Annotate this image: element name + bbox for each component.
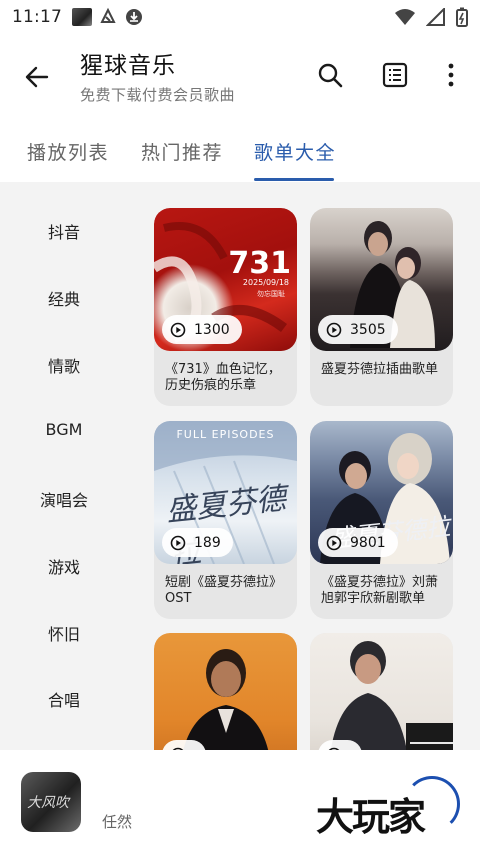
now-playing-album-art[interactable]: 大风吹 bbox=[21, 772, 81, 832]
play-circle-icon bbox=[170, 322, 186, 337]
download-icon bbox=[126, 9, 142, 25]
playlist-cover: 3505 bbox=[310, 208, 453, 351]
back-arrow-icon bbox=[25, 66, 49, 88]
playlist-cover bbox=[154, 633, 297, 750]
play-count-badge: 3505 bbox=[318, 315, 398, 344]
play-count: 9801 bbox=[350, 534, 386, 551]
cover-art-portrait bbox=[330, 641, 453, 750]
sidebar-item-bgm[interactable]: BGM bbox=[0, 420, 128, 439]
app-header: 猩球音乐 免费下载付费会员歌曲 bbox=[0, 34, 480, 118]
play-circle-icon bbox=[326, 535, 342, 550]
list-icon bbox=[382, 62, 408, 88]
playlist-title: 《盛夏芬德拉》刘萧旭郭宇欣新剧歌单 bbox=[321, 575, 439, 606]
play-count-badge: 9801 bbox=[318, 528, 398, 557]
battery-icon bbox=[456, 7, 468, 27]
cover-note: 勿忘国耻 bbox=[257, 290, 285, 298]
playlist-cover: 盛夏芬德拉 9801 bbox=[310, 421, 453, 564]
cover-date: 2025/09/18 bbox=[242, 278, 289, 287]
play-count-badge: 189 bbox=[162, 528, 233, 557]
now-playing-bar[interactable]: 大风吹 任然 大玩家 bbox=[0, 750, 480, 855]
play-count: 3505 bbox=[350, 321, 386, 338]
playlist-cover: FULL EPISODES 盛夏芬德拉 189 bbox=[154, 421, 297, 564]
tab-all-playlists[interactable]: 歌单大全 bbox=[254, 138, 336, 165]
now-playing-artist: 任然 bbox=[102, 813, 133, 831]
playlist-title: 《731》血色记忆，历史伤痕的乐章 bbox=[165, 362, 281, 393]
play-circle-icon bbox=[170, 535, 186, 550]
back-button[interactable] bbox=[22, 62, 52, 92]
content-area: 抖音 经典 情歌 BGM 演唱会 游戏 怀旧 合唱 731 2025/09/18… bbox=[0, 182, 480, 750]
play-circle-icon bbox=[326, 322, 342, 337]
playlist-card[interactable] bbox=[154, 633, 297, 750]
play-count-badge bbox=[318, 740, 362, 750]
sidebar-item-douyin[interactable]: 抖音 bbox=[0, 219, 128, 243]
cover-art-portrait bbox=[183, 649, 269, 750]
page-title: 猩球音乐 bbox=[80, 53, 176, 79]
more-options-button[interactable] bbox=[436, 60, 466, 90]
playlist-card[interactable]: 731 2025/09/18 勿忘国耻 1300 《731》血色记忆，历史伤痕的… bbox=[154, 208, 297, 406]
sidebar-item-nostalgia[interactable]: 怀旧 bbox=[0, 621, 128, 645]
play-count-badge bbox=[162, 740, 206, 750]
more-vert-icon bbox=[448, 63, 454, 87]
sidebar-item-game[interactable]: 游戏 bbox=[0, 554, 128, 578]
tab-playlist[interactable]: 播放列表 bbox=[27, 138, 109, 165]
playlist-title: 盛夏芬德拉插曲歌单 bbox=[321, 362, 439, 377]
active-tab-indicator bbox=[254, 178, 334, 181]
play-count: 189 bbox=[194, 534, 221, 551]
signal-icon bbox=[426, 8, 445, 26]
playlist-cover bbox=[310, 633, 453, 750]
playlist-card[interactable]: FULL EPISODES 盛夏芬德拉 189 短剧《盛夏芬德拉》OST bbox=[154, 421, 297, 619]
status-time: 11:17 bbox=[12, 7, 62, 27]
playlist-cover: 731 2025/09/18 勿忘国耻 1300 bbox=[154, 208, 297, 351]
sidebar-item-love-songs[interactable]: 情歌 bbox=[0, 353, 128, 377]
list-view-button[interactable] bbox=[380, 60, 410, 90]
tab-hot-recommend[interactable]: 热门推荐 bbox=[141, 138, 223, 165]
playlist-card[interactable]: 3505 盛夏芬德拉插曲歌单 bbox=[310, 208, 453, 406]
sidebar-item-concert[interactable]: 演唱会 bbox=[0, 487, 128, 511]
cover-number: 731 bbox=[228, 246, 291, 281]
play-count-badge: 1300 bbox=[162, 315, 242, 344]
sidebar-item-classic[interactable]: 经典 bbox=[0, 286, 128, 310]
album-art-text: 大风吹 bbox=[27, 795, 69, 811]
search-icon bbox=[318, 63, 343, 88]
notification-icon bbox=[100, 7, 116, 23]
tab-bar: 播放列表 热门推荐 歌单大全 bbox=[0, 126, 480, 182]
app-thumbnail-icon bbox=[72, 8, 92, 26]
status-bar: 11:17 bbox=[0, 0, 480, 34]
wifi-icon bbox=[395, 9, 415, 25]
search-button[interactable] bbox=[315, 60, 345, 90]
playlist-title: 短剧《盛夏芬德拉》OST bbox=[165, 575, 283, 606]
playlist-card[interactable] bbox=[310, 633, 453, 750]
playlist-card[interactable]: 盛夏芬德拉 9801 《盛夏芬德拉》刘萧旭郭宇欣新剧歌单 bbox=[310, 421, 453, 619]
sidebar-item-chorus[interactable]: 合唱 bbox=[0, 687, 128, 711]
notification-icons bbox=[72, 7, 144, 27]
cover-label: FULL EPISODES bbox=[176, 428, 275, 441]
page-subtitle: 免费下载付费会员歌曲 bbox=[80, 86, 236, 104]
play-count: 1300 bbox=[194, 321, 230, 338]
category-sidebar: 抖音 经典 情歌 BGM 演唱会 游戏 怀旧 合唱 bbox=[0, 182, 128, 750]
watermark-ring bbox=[404, 776, 460, 832]
